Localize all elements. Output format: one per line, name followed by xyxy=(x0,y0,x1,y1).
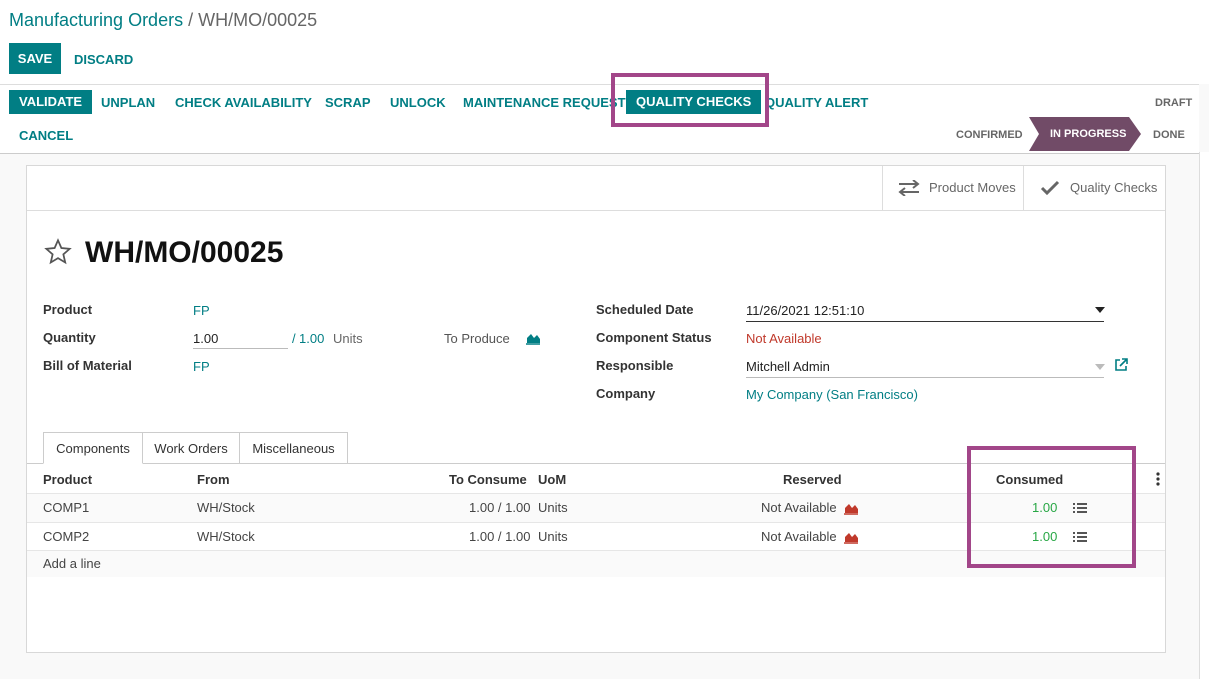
list-details-icon[interactable] xyxy=(1073,531,1087,543)
responsible-field[interactable]: Mitchell Admin xyxy=(746,359,830,374)
area-chart-icon[interactable] xyxy=(843,502,859,515)
to-produce-label: To Produce xyxy=(444,331,510,346)
star-icon[interactable] xyxy=(43,238,73,266)
col-product[interactable]: Product xyxy=(43,472,92,487)
check-icon xyxy=(1040,180,1060,196)
breadcrumb-separator: / xyxy=(188,10,194,30)
record-title: WH/MO/00025 xyxy=(85,236,284,269)
validate-button[interactable]: VALIDATE xyxy=(9,90,93,114)
quality-alert-button[interactable]: QUALITY ALERT xyxy=(765,95,868,110)
discard-button[interactable]: DISCARD xyxy=(74,52,133,67)
add-line-link[interactable]: Add a line xyxy=(43,556,101,571)
col-reserved[interactable]: Reserved xyxy=(783,472,842,487)
breadcrumb-parent-link[interactable]: Manufacturing Orders xyxy=(9,10,183,30)
quantity-label: Quantity xyxy=(43,330,96,345)
table-row[interactable]: COMP1 WH/Stock 1.00 / 1.00 Units Not Ava… xyxy=(27,493,1165,522)
product-moves-label: Product Moves xyxy=(929,180,1016,195)
bom-field[interactable]: FP xyxy=(193,359,210,374)
row-reserved: Not Available xyxy=(761,529,837,544)
quantity-separator: / xyxy=(292,331,296,346)
smart-button-box: Product Moves Quality Checks xyxy=(27,166,1165,211)
component-status-value: Not Available xyxy=(746,331,822,346)
unlock-button[interactable]: UNLOCK xyxy=(390,95,446,110)
row-to-consume: 1.00 / 1.00 xyxy=(469,529,531,544)
row-from: WH/Stock xyxy=(197,529,255,544)
breadcrumb-current: WH/MO/00025 xyxy=(198,10,318,30)
quality-checks-smart-button[interactable]: Quality Checks xyxy=(1023,166,1166,210)
quality-checks-button[interactable]: QUALITY CHECKS xyxy=(626,90,762,114)
product-field[interactable]: FP xyxy=(193,303,210,318)
scrap-button[interactable]: SCRAP xyxy=(325,95,371,110)
list-details-icon[interactable] xyxy=(1073,502,1087,514)
row-consumed[interactable]: 1.00 xyxy=(1032,529,1057,544)
add-line-row: Add a line xyxy=(27,550,1165,577)
quantity-uom: Units xyxy=(333,331,363,346)
scheduled-date-underline xyxy=(746,321,1104,322)
row-from: WH/Stock xyxy=(197,500,255,515)
maintenance-request-button[interactable]: MAINTENANCE REQUEST xyxy=(463,95,626,110)
cancel-button[interactable]: CANCEL xyxy=(19,128,73,143)
caret-down-icon[interactable] xyxy=(1095,307,1105,313)
scheduled-date-label: Scheduled Date xyxy=(596,302,694,317)
quantity-produced: 1.00 xyxy=(299,331,325,346)
external-link-icon[interactable] xyxy=(1114,358,1128,372)
responsible-label: Responsible xyxy=(596,358,674,373)
row-reserved: Not Available xyxy=(761,500,837,515)
company-label: Company xyxy=(596,386,656,401)
product-label: Product xyxy=(43,302,93,317)
col-from[interactable]: From xyxy=(197,472,230,487)
area-chart-icon[interactable] xyxy=(525,331,541,345)
row-to-consume: 1.00 / 1.00 xyxy=(469,500,531,515)
breadcrumb: Manufacturing Orders / WH/MO/00025 xyxy=(9,10,317,31)
optional-columns-icon[interactable] xyxy=(1156,472,1160,486)
caret-down-icon[interactable] xyxy=(1095,364,1105,370)
row-uom: Units xyxy=(538,500,568,515)
product-moves-smart-button[interactable]: Product Moves xyxy=(882,166,1025,210)
col-to-consume[interactable]: To Consume xyxy=(449,472,527,487)
form-sheet: Product Moves Quality Checks WH/MO/00025… xyxy=(26,165,1166,653)
transfer-arrows-icon xyxy=(898,180,920,196)
bom-label: Bill of Material xyxy=(43,358,132,373)
row-product: COMP1 xyxy=(43,500,90,515)
tab-miscellaneous[interactable]: Miscellaneous xyxy=(239,432,348,464)
state-in-progress[interactable]: IN PROGRESS xyxy=(1050,128,1126,140)
statusbar: VALIDATE UNPLAN CHECK AVAILABILITY SCRAP… xyxy=(0,84,1199,154)
row-uom: Units xyxy=(538,529,568,544)
col-uom[interactable]: UoM xyxy=(538,472,566,487)
row-consumed[interactable]: 1.00 xyxy=(1032,500,1057,515)
control-panel: Manufacturing Orders / WH/MO/00025 SAVE … xyxy=(0,0,1209,84)
scheduled-date-field[interactable]: 11/26/2021 12:51:10 xyxy=(746,303,864,318)
company-field[interactable]: My Company (San Francisco) xyxy=(746,387,918,402)
check-availability-button[interactable]: CHECK AVAILABILITY xyxy=(175,95,312,110)
tab-components[interactable]: Components xyxy=(43,432,143,464)
unplan-button[interactable]: UNPLAN xyxy=(101,95,155,110)
save-button[interactable]: SAVE xyxy=(9,43,61,74)
chatter-panel-edge xyxy=(1199,152,1209,679)
tab-work-orders[interactable]: Work Orders xyxy=(142,432,240,464)
table-row[interactable]: COMP2 WH/Stock 1.00 / 1.00 Units Not Ava… xyxy=(27,522,1165,551)
quality-checks-label: Quality Checks xyxy=(1070,180,1158,195)
state-done[interactable]: DONE xyxy=(1153,129,1185,141)
area-chart-icon[interactable] xyxy=(843,531,859,544)
col-consumed[interactable]: Consumed xyxy=(996,472,1063,487)
quantity-field[interactable]: 1.00 xyxy=(193,331,218,346)
state-draft[interactable]: DRAFT xyxy=(1155,97,1192,109)
responsible-underline xyxy=(746,377,1104,378)
row-product: COMP2 xyxy=(43,529,90,544)
state-confirmed[interactable]: CONFIRMED xyxy=(956,129,1023,141)
component-status-label: Component Status xyxy=(596,330,712,345)
quantity-underline xyxy=(193,348,288,349)
